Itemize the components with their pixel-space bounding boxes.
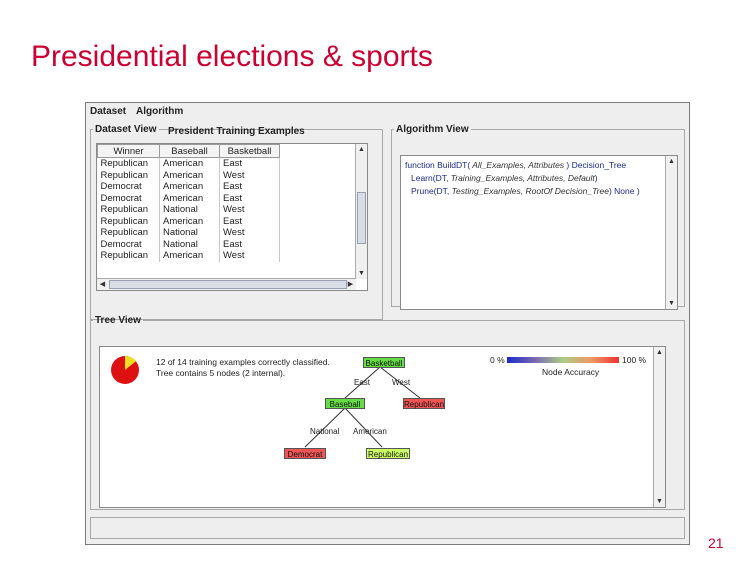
dataset-table-scrollpane: Winner Baseball Basketball Republican Ame…	[96, 143, 368, 291]
code-line-2: Learn(DT, Training_Examples, Attributes,…	[411, 173, 598, 183]
scroll-down-arrow-icon[interactable]: ▼	[654, 496, 665, 507]
edge-label-east: East	[354, 378, 371, 387]
menu-algorithm[interactable]: Algorithm	[136, 106, 183, 117]
edge-label-national: National	[310, 427, 340, 436]
tree-canvas[interactable]: 12 of 14 training examples correctly cla…	[99, 346, 666, 508]
code-line-1: function BuildDT( All_Examples, Attribut…	[405, 160, 627, 170]
code-line-3: Prune(DT, Testing_Examples, RootOf Decis…	[411, 186, 640, 196]
dataset-table[interactable]: Winner Baseball Basketball Republican Ame…	[97, 144, 280, 262]
table-cell: Democrat	[97, 238, 160, 250]
table-cell: American	[159, 169, 220, 181]
app-window: Dataset Algorithm Dataset View President…	[85, 102, 690, 545]
table-cell: Republican	[97, 169, 160, 181]
table-cell: National	[159, 204, 220, 216]
table-cell: National	[159, 227, 220, 239]
table-cell: Democrat	[97, 181, 160, 193]
tree-node-root[interactable]: Basketball	[363, 357, 405, 368]
slide-title: Presidential elections & sports	[31, 40, 433, 73]
table-cell: East	[219, 157, 280, 170]
table-cell: American	[159, 250, 220, 262]
scroll-up-arrow-icon[interactable]: ▲	[654, 347, 665, 358]
table-cell: West	[219, 227, 280, 239]
table-caption: President Training Examples	[168, 126, 305, 137]
table-horizontal-scrollbar[interactable]: ◀ ▶	[97, 278, 356, 290]
table-cell: Republican	[97, 204, 160, 216]
table-row[interactable]: Republican National West	[97, 204, 280, 216]
table-cell: East	[219, 181, 280, 193]
table-cell: East	[219, 238, 280, 250]
scroll-thumb-horizontal[interactable]	[109, 280, 347, 289]
table-cell: Republican	[97, 250, 160, 262]
table-cell: Democrat	[97, 192, 160, 204]
edge-label-american: American	[353, 427, 387, 436]
scroll-up-arrow-icon[interactable]: ▲	[666, 156, 677, 167]
edge-label-west: West	[392, 378, 411, 387]
table-row[interactable]: Republican American West	[97, 169, 280, 181]
tree-node-democrat[interactable]: Democrat	[284, 448, 326, 459]
table-row[interactable]: Democrat National East	[97, 238, 280, 250]
table-cell: Republican	[97, 215, 160, 227]
table-row[interactable]: Republican National West	[97, 227, 280, 239]
table-cell: Republican	[97, 227, 160, 239]
column-header-basketball[interactable]: Basketball	[219, 144, 280, 158]
menu-bar: Dataset Algorithm	[86, 103, 689, 120]
code-vertical-scrollbar[interactable]: ▲ ▼	[665, 156, 677, 309]
table-cell: American	[159, 181, 220, 193]
scroll-thumb[interactable]	[357, 192, 366, 244]
table-cell: West	[219, 250, 280, 262]
tree-view-panel: Tree View 12 of 14 training examples cor…	[90, 315, 685, 510]
column-header-baseball[interactable]: Baseball	[159, 144, 220, 158]
table-cell: West	[219, 169, 280, 181]
table-cell: National	[159, 238, 220, 250]
tree-node-baseball[interactable]: Baseball	[325, 398, 365, 409]
table-cell: West	[219, 204, 280, 216]
table-row[interactable]: Democrat American East	[97, 192, 280, 204]
table-cell: American	[159, 157, 220, 170]
scroll-right-arrow-icon[interactable]: ▶	[345, 279, 356, 290]
tree-node-republican-american[interactable]: Republican	[366, 448, 410, 459]
algorithm-view-legend: Algorithm View	[396, 124, 469, 135]
table-row[interactable]: Republican American West	[97, 250, 280, 262]
scroll-down-arrow-icon[interactable]: ▼	[356, 268, 367, 279]
tree-vertical-scrollbar[interactable]: ▲ ▼	[653, 347, 665, 507]
dataset-view-legend: Dataset View	[95, 124, 157, 135]
tree-view-legend: Tree View	[95, 315, 141, 326]
tree-node-republican-west[interactable]: Republican	[403, 398, 445, 409]
table-row[interactable]: Republican American East	[97, 215, 280, 227]
table-vertical-scrollbar[interactable]: ▲ ▼	[355, 144, 367, 279]
scroll-left-arrow-icon[interactable]: ◀	[97, 279, 108, 290]
scroll-down-arrow-icon[interactable]: ▼	[666, 298, 677, 309]
table-row[interactable]: Democrat American East	[97, 181, 280, 193]
table-cell: American	[159, 215, 220, 227]
algorithm-view-panel: Algorithm View function BuildDT( All_Exa…	[391, 124, 685, 310]
table-row[interactable]: Republican American East	[97, 157, 280, 170]
scroll-up-arrow-icon[interactable]: ▲	[356, 144, 367, 155]
table-cell: East	[219, 192, 280, 204]
page-number: 21	[708, 535, 724, 551]
table-cell: Republican	[97, 157, 160, 170]
column-header-winner[interactable]: Winner	[97, 144, 160, 158]
status-bar	[90, 517, 685, 539]
menu-dataset[interactable]: Dataset	[90, 106, 126, 117]
table-cell: East	[219, 215, 280, 227]
table-cell: American	[159, 192, 220, 204]
algorithm-code-pane[interactable]: function BuildDT( All_Examples, Attribut…	[400, 155, 678, 310]
